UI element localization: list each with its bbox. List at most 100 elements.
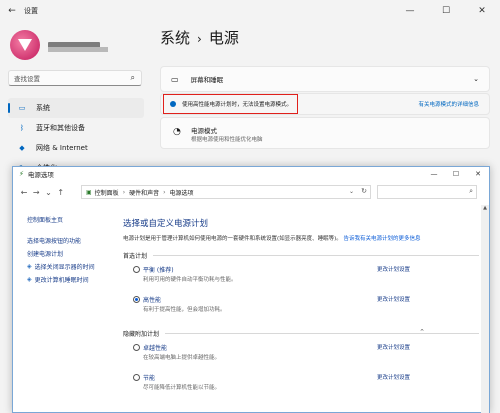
plan-radio-balanced[interactable] [133, 266, 140, 273]
create-power-plan-link[interactable]: 创建电源计划 [27, 247, 117, 260]
power-options-window-controls: — ☐ ✕ [423, 167, 489, 181]
sleep-time-link[interactable]: ◈ 更改计算机睡眠时间 [27, 273, 117, 286]
plan-radio-high-performance[interactable] [133, 296, 140, 303]
bluetooth-icon: ᛒ [19, 124, 25, 132]
display-off-time-link[interactable]: ◈ 选择关闭显示器的时间 [27, 260, 117, 273]
power-plan-description: 电源计划是用于管理计算机如何使用电源的一套硬件和系统设置(如显示器亮度、睡眠等)… [123, 235, 479, 243]
address-crumb-control-panel[interactable]: 控制面板 [95, 188, 119, 197]
sidebar-item-label: 蓝牙和其他设备 [36, 124, 85, 132]
maximize-icon[interactable]: ☐ [428, 0, 464, 22]
monitor-icon: ▭ [18, 104, 26, 112]
sidebar-item-label: 网络 & Internet [36, 144, 88, 152]
change-plan-settings-link[interactable]: 更改计划设置 [377, 265, 410, 273]
screen-sleep-label: 屏幕和睡眠 [190, 76, 224, 84]
address-bar[interactable]: ▣ 控制面板 › 硬件和声音 › 电源选项 ⌄ ↻ [81, 185, 371, 199]
close-icon[interactable]: ✕ [467, 167, 489, 181]
maximize-icon[interactable]: ☐ [445, 167, 467, 181]
avatar [10, 30, 40, 60]
section-divider [153, 254, 479, 256]
address-crumb-power[interactable]: 电源选项 [170, 188, 194, 197]
section-divider [165, 332, 479, 334]
sidebar-item-bluetooth[interactable]: ᛒ 蓝牙和其他设备 [8, 118, 144, 138]
profile-email-redacted [48, 47, 108, 52]
back-arrow-icon[interactable]: ← [0, 6, 24, 16]
description-text: 电源计划是用于管理计算机如何使用电源的一套硬件和系统设置(如显示器亮度、睡眠等)… [123, 236, 342, 242]
breadcrumb-separator: › [197, 32, 202, 46]
settings-search-input[interactable]: 查找设置 ⌕ [8, 70, 142, 86]
section-label: 隐藏附加计划 [123, 330, 160, 338]
address-bar-row: ← → ⌄ ↑ ▣ 控制面板 › 硬件和声音 › 电源选项 ⌄ ↻ ⌕ [13, 181, 489, 203]
chevron-down-icon: ⌄ [473, 75, 479, 83]
control-panel-search-input[interactable]: ⌕ [377, 185, 477, 199]
plan-ultimate-performance: 卓越性能 在较高端电脑上提供卓越性能。 更改计划设置 [123, 339, 479, 369]
search-placeholder: 查找设置 [14, 75, 40, 83]
plan-name[interactable]: 高性能 [143, 295, 161, 304]
back-arrow-icon[interactable]: ← [19, 188, 29, 197]
link-label: 更改计算机睡眠时间 [34, 277, 89, 284]
power-mode-card[interactable]: ◔ 电源模式 根据电源使用和性能优化电脑 [160, 117, 490, 149]
shield-icon: ◈ [27, 276, 32, 283]
plan-name[interactable]: 卓越性能 [143, 343, 167, 352]
link-label: 创建电源计划 [27, 251, 64, 258]
screen-sleep-card[interactable]: ▭ 屏幕和睡眠 ⌄ [160, 66, 490, 92]
control-panel-home-link[interactable]: 控制面板主页 [27, 215, 117, 224]
settings-window-controls: — ☐ ✕ [392, 0, 500, 22]
change-plan-settings-link[interactable]: 更改计划设置 [377, 295, 410, 303]
plan-name[interactable]: 平衡 (推荐) [143, 265, 174, 274]
power-options-main: 选择或自定义电源计划 电源计划是用于管理计算机如何使用电源的一套硬件和系统设置(… [123, 217, 479, 399]
address-separator: › [163, 188, 166, 196]
power-mode-title: 电源模式 [191, 127, 217, 135]
screen-icon: ▭ [171, 74, 179, 84]
change-plan-settings-link[interactable]: 更改计划设置 [377, 373, 410, 381]
search-icon: ⌕ [469, 187, 473, 195]
plan-description: 在较高端电脑上提供卓越性能。 [143, 355, 221, 361]
plan-radio-ultimate[interactable] [133, 344, 140, 351]
settings-title: 设置 [24, 7, 38, 15]
search-icon: ⌕ [130, 73, 135, 82]
scroll-up-icon[interactable]: ▲ [481, 205, 489, 213]
plan-name[interactable]: 节能 [143, 373, 155, 382]
breadcrumb: 系统 › 电源 [160, 27, 239, 48]
plan-description: 有利于提高性能，但会增加功耗。 [143, 307, 226, 313]
shield-icon: ◈ [27, 263, 32, 270]
plan-description: 利用可用的硬件自动平衡功耗与性能。 [143, 277, 237, 283]
breadcrumb-parent[interactable]: 系统 [160, 29, 190, 47]
plan-high-performance: 高性能 有利于提高性能，但会增加功耗。 更改计划设置 [123, 291, 479, 321]
sidebar-item-label: 系统 [36, 104, 50, 112]
page-title: 电源 [208, 29, 239, 47]
power-options-sidebar: 控制面板主页 选择电源按钮的功能 创建电源计划 ◈ 选择关闭显示器的时间 ◈ 更改计… [27, 215, 117, 286]
up-arrow-icon[interactable]: ↑ [56, 188, 66, 197]
vertical-scrollbar[interactable]: ▲ [481, 205, 489, 413]
recent-dropdown-icon[interactable]: ⌄ [43, 188, 53, 197]
power-mode-info-link[interactable]: 有关电源模式的详细信息 [418, 100, 479, 108]
minimize-icon[interactable]: — [423, 167, 445, 181]
minimize-icon[interactable]: — [392, 0, 428, 22]
hidden-plans-section[interactable]: 隐藏附加计划 ⌃ [123, 327, 479, 339]
plan-radio-power-saver[interactable] [133, 374, 140, 381]
forward-arrow-icon[interactable]: → [31, 188, 41, 197]
wifi-icon: ◆ [19, 144, 25, 152]
link-label: 选择关闭显示器的时间 [34, 264, 95, 271]
address-dropdown-icon[interactable]: ⌄ [349, 188, 354, 195]
explorer-nav-buttons: ← → ⌄ ↑ [19, 188, 66, 197]
change-plan-settings-link[interactable]: 更改计划设置 [377, 343, 410, 351]
plan-balanced: 平衡 (推荐) 利用可用的硬件自动平衡功耗与性能。 更改计划设置 [123, 261, 479, 291]
plan-power-saver: 节能 尽可能降低计算机性能以节能。 更改计划设置 [123, 369, 479, 399]
close-icon[interactable]: ✕ [464, 0, 500, 22]
highlight-box [163, 94, 298, 114]
power-mode-description: 根据电源使用和性能优化电脑 [191, 137, 263, 143]
control-panel-icon: ▣ [86, 188, 92, 196]
refresh-icon[interactable]: ↻ [361, 187, 367, 195]
link-label: 选择电源按钮的功能 [27, 238, 82, 245]
power-button-function-link[interactable]: 选择电源按钮的功能 [27, 234, 117, 247]
user-profile[interactable] [10, 30, 100, 60]
more-info-link[interactable]: 告诉我有关电源计划的更多信息 [344, 236, 421, 242]
plan-description: 尽可能降低计算机性能以节能。 [143, 385, 221, 391]
power-options-title: 电源选项 [27, 171, 54, 179]
address-crumb-hardware[interactable]: 硬件和声音 [129, 188, 159, 197]
settings-titlebar: ← 设置 — ☐ ✕ [0, 0, 500, 22]
sidebar-item-network[interactable]: ◆ 网络 & Internet [8, 138, 144, 158]
sidebar-item-system[interactable]: ▭ 系统 [8, 98, 144, 118]
power-options-icon: ⚡ [19, 170, 24, 178]
chevron-up-icon[interactable]: ⌃ [419, 328, 425, 336]
